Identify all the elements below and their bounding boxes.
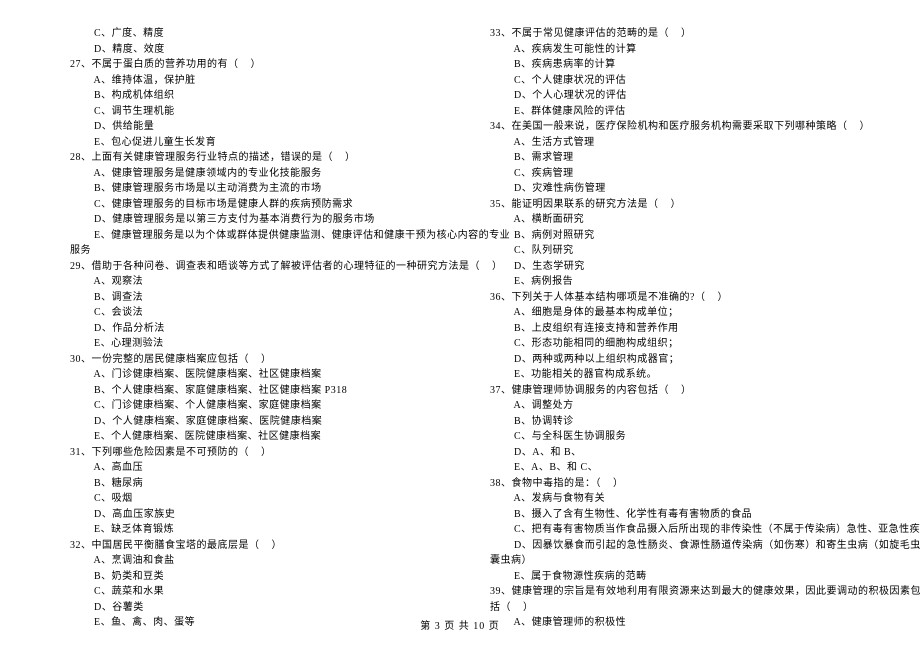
text-line: E、健康管理服务是以为个体或群体提供健康监测、健康评估和健康干预为核心内容的专业 [70, 228, 460, 244]
text-line: D、谷薯类 [70, 600, 460, 616]
text-line: B、上皮组织有连接支持和营养作用 [490, 321, 880, 337]
text-line: E、群体健康风险的评估 [490, 104, 880, 120]
text-line: 服务 [70, 243, 460, 259]
text-line: B、调查法 [70, 290, 460, 306]
text-line: D、两种或两种以上组织构成器官； [490, 352, 880, 368]
text-line: 囊虫病） [490, 553, 880, 569]
text-line: 39、健康管理的宗旨是有效地利用有限资源来达到最大的健康效果，因此要调动的积极因… [490, 584, 880, 600]
text-line: A、疾病发生可能性的计算 [490, 42, 880, 58]
text-line: C、广度、精度 [70, 26, 460, 42]
left-column: C、广度、精度 D、精度、效度27、不属于蛋白质的营养功用的有（ ） A、维持体… [70, 26, 460, 631]
text-line: D、A、和 B、 [490, 445, 880, 461]
text-line: A、健康管理服务是健康领域内的专业化技能服务 [70, 166, 460, 182]
right-column: 33、不属于常见健康评估的范畴的是（ ） A、疾病发生可能性的计算 B、疾病患病… [490, 26, 880, 631]
text-line: C、健康管理服务的目标市场是健康人群的疾病预防需求 [70, 197, 460, 213]
text-line: E、包心促进儿童生长发育 [70, 135, 460, 151]
page-body: C、广度、精度 D、精度、效度27、不属于蛋白质的营养功用的有（ ） A、维持体… [0, 0, 920, 631]
page-footer: 第 3 页 共 10 页 [0, 619, 920, 635]
text-line: E、个人健康档案、医院健康档案、社区健康档案 [70, 429, 460, 445]
text-line: C、队列研究 [490, 243, 880, 259]
text-line: B、疾病患病率的计算 [490, 57, 880, 73]
text-line: C、会谈法 [70, 305, 460, 321]
text-line: C、与全科医生协调服务 [490, 429, 880, 445]
text-line: D、灾难性病伤管理 [490, 181, 880, 197]
text-line: 33、不属于常见健康评估的范畴的是（ ） [490, 26, 880, 42]
text-line: A、烹调油和食盐 [70, 553, 460, 569]
text-line: 28、上面有关健康管理服务行业特点的描述，错误的是（ ） [70, 150, 460, 166]
text-line: D、供给能量 [70, 119, 460, 135]
text-line: C、门诊健康档案、个人健康档案、家庭健康档案 [70, 398, 460, 414]
text-line: D、作品分析法 [70, 321, 460, 337]
text-line: 35、能证明因果联系的研究方法是（ ） [490, 197, 880, 213]
text-line: A、调整处方 [490, 398, 880, 414]
text-line: D、精度、效度 [70, 42, 460, 58]
text-line: A、细胞是身体的最基本构成单位； [490, 305, 880, 321]
text-line: 32、中国居民平衡膳食宝塔的最底层是（ ） [70, 538, 460, 554]
text-line: C、疾病管理 [490, 166, 880, 182]
text-line: C、吸烟 [70, 491, 460, 507]
text-line: 38、食物中毒指的是：（ ） [490, 476, 880, 492]
text-line: D、生态学研究 [490, 259, 880, 275]
text-line: B、个人健康档案、家庭健康档案、社区健康档案 P318 [70, 383, 460, 399]
text-line: E、病例报告 [490, 274, 880, 290]
text-line: E、缺乏体育锻炼 [70, 522, 460, 538]
text-line: E、A、B、和 C、 [490, 460, 880, 476]
text-line: 括（ ） [490, 600, 880, 616]
text-line: B、构成机体组织 [70, 88, 460, 104]
text-line: A、生活方式管理 [490, 135, 880, 151]
text-line: 27、不属于蛋白质的营养功用的有（ ） [70, 57, 460, 73]
text-line: C、形态功能相同的细胞构成组织； [490, 336, 880, 352]
text-line: B、健康管理服务市场是以主动消费为主流的市场 [70, 181, 460, 197]
text-line: 36、下列关于人体基本结构哪项是不准确的?（ ） [490, 290, 880, 306]
text-line: D、健康管理服务是以第三方支付为基本消费行为的服务市场 [70, 212, 460, 228]
text-line: A、观察法 [70, 274, 460, 290]
text-line: D、高血压家族史 [70, 507, 460, 523]
text-line: B、协调转诊 [490, 414, 880, 430]
text-line: E、功能相关的器官构成系统。 [490, 367, 880, 383]
text-line: B、病例对照研究 [490, 228, 880, 244]
text-line: C、调节生理机能 [70, 104, 460, 120]
text-line: 37、健康管理师协调服务的内容包括（ ） [490, 383, 880, 399]
text-line: B、奶类和豆类 [70, 569, 460, 585]
text-line: A、门诊健康档案、医院健康档案、社区健康档案 [70, 367, 460, 383]
text-line: D、个人心理状况的评估 [490, 88, 880, 104]
text-line: D、因暴饮暴食而引起的急性肠炎、食源性肠道传染病（如伤寒）和寄生虫病（如旋毛虫、 [490, 538, 880, 554]
text-line: B、糖尿病 [70, 476, 460, 492]
text-line: A、高血压 [70, 460, 460, 476]
text-line: 29、借助于各种问卷、调查表和晤谈等方式了解被评估者的心理特征的一种研究方法是（… [70, 259, 460, 275]
text-line: C、个人健康状况的评估 [490, 73, 880, 89]
text-line: 30、一份完整的居民健康档案应包括（ ） [70, 352, 460, 368]
text-line: E、属于食物源性疾病的范畴 [490, 569, 880, 585]
text-line: A、维持体温，保护脏 [70, 73, 460, 89]
text-line: C、蔬菜和水果 [70, 584, 460, 600]
text-line: A、发病与食物有关 [490, 491, 880, 507]
text-line: E、心理测验法 [70, 336, 460, 352]
text-line: C、把有毒有害物质当作食品摄入后所出现的非传染性（不属于传染病）急性、亚急性疾病 [490, 522, 880, 538]
text-line: D、个人健康档案、家庭健康档案、医院健康档案 [70, 414, 460, 430]
text-line: B、摄入了含有生物性、化学性有毒有害物质的食品 [490, 507, 880, 523]
text-line: 34、在美国一般来说，医疗保险机构和医疗服务机构需要采取下列哪种策略（ ） [490, 119, 880, 135]
text-line: B、需求管理 [490, 150, 880, 166]
text-line: 31、下列哪些危险因素是不可预防的（ ） [70, 445, 460, 461]
text-line: A、横断面研究 [490, 212, 880, 228]
